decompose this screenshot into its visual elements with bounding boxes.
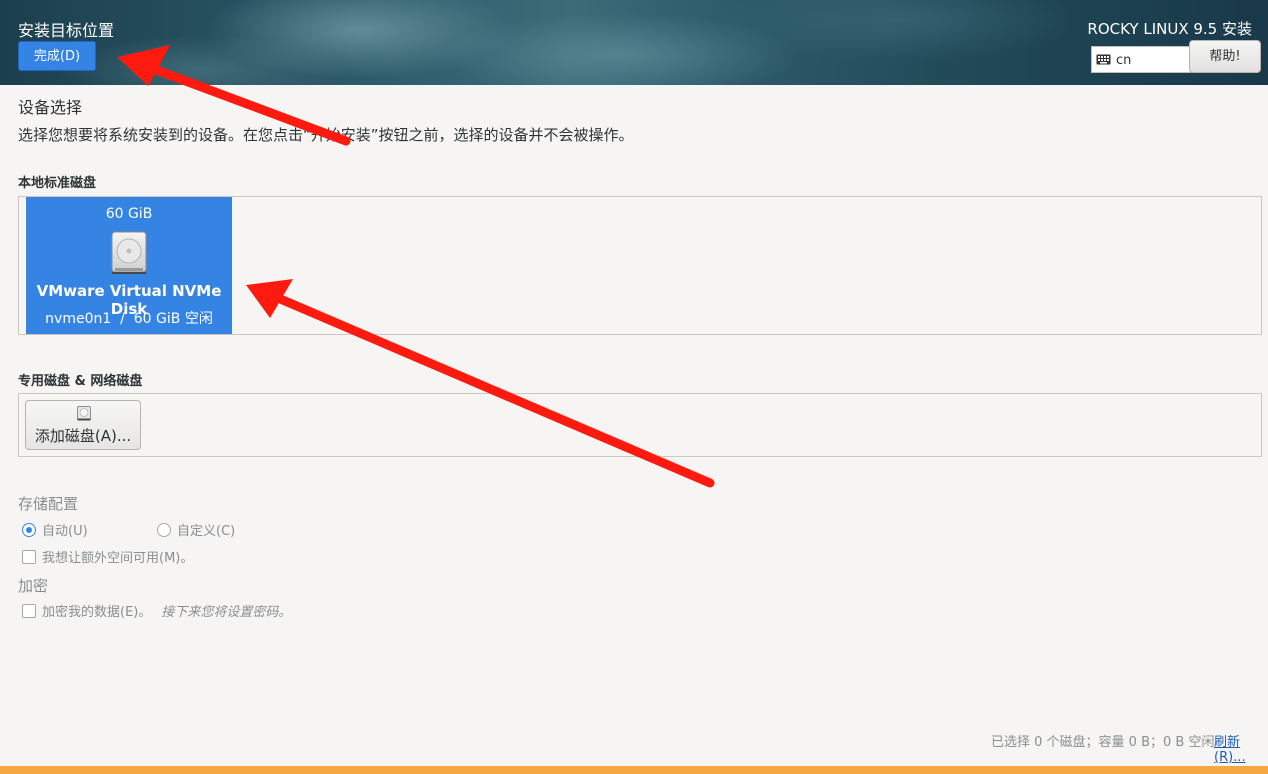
radio-unselected-icon — [157, 522, 171, 537]
bottom-progress-bar — [0, 766, 1268, 774]
keyboard-icon — [1096, 54, 1111, 65]
storage-config-title: 存储配置 — [18, 495, 79, 513]
refresh-link[interactable]: 刷新(R)... — [1214, 731, 1268, 765]
disk-card[interactable]: 60 GiB VMware Virtual NVMe Disk nvme0n1 … — [26, 197, 232, 334]
encrypt-hint: 接下来您将设置密码。 — [161, 605, 292, 620]
add-disk-button[interactable]: 添加磁盘(A)... — [25, 400, 141, 450]
hard-disk-icon — [77, 406, 91, 421]
encrypt-label: 加密我的数据(E)。 — [42, 605, 152, 620]
local-disks-panel: 60 GiB VMware Virtual NVMe Disk nvme0n1 … — [18, 196, 1262, 335]
help-button[interactable]: 帮助! — [1189, 40, 1261, 73]
selection-summary: 已选择 0 个磁盘；容量 0 B；0 B 空闲 — [991, 735, 1215, 750]
keyboard-layout-label: cn — [1116, 53, 1132, 68]
auto-partition-radio[interactable]: 自动(U) — [22, 520, 88, 539]
keyboard-layout-indicator[interactable]: cn — [1091, 46, 1191, 73]
device-selection-title: 设备选择 — [18, 98, 83, 117]
add-disk-label: 添加磁盘(A)... — [34, 427, 132, 445]
disk-detail: nvme0n1 / 60 GiB 空闲 — [45, 311, 213, 327]
radio-selected-icon — [22, 522, 36, 537]
custom-partition-radio[interactable]: 自定义(C) — [157, 520, 235, 539]
done-button[interactable]: 完成(D) — [18, 41, 96, 71]
extra-space-label: 我想让额外空间可用(M)。 — [42, 551, 194, 566]
hard-disk-icon — [111, 231, 147, 274]
product-title: ROCKY LINUX 9.5 安装 — [1087, 20, 1252, 38]
extra-space-checkbox[interactable]: 我想让额外空间可用(M)。 — [22, 547, 193, 566]
special-disks-panel: 添加磁盘(A)... — [18, 393, 1262, 457]
header-banner: 安装目标位置 完成(D) ROCKY LINUX 9.5 安装 cn 帮助! — [0, 0, 1268, 85]
special-disks-label: 专用磁盘 & 网络磁盘 — [18, 374, 143, 389]
custom-partition-label: 自定义(C) — [177, 524, 236, 539]
page-title: 安装目标位置 — [18, 21, 115, 40]
device-selection-description: 选择您想要将系统安装到的设备。在您点击“开始安装”按钮之前，选择的设备并不会被操… — [18, 126, 634, 144]
checkbox-icon — [22, 603, 36, 618]
local-disks-label: 本地标准磁盘 — [18, 176, 97, 191]
annotation-arrows — [117, 45, 715, 488]
encrypt-checkbox[interactable]: 加密我的数据(E)。 接下来您将设置密码。 — [22, 601, 291, 620]
checkbox-icon — [22, 549, 36, 564]
disk-size: 60 GiB — [105, 206, 153, 222]
encryption-title: 加密 — [18, 577, 49, 595]
auto-partition-label: 自动(U) — [42, 524, 88, 539]
